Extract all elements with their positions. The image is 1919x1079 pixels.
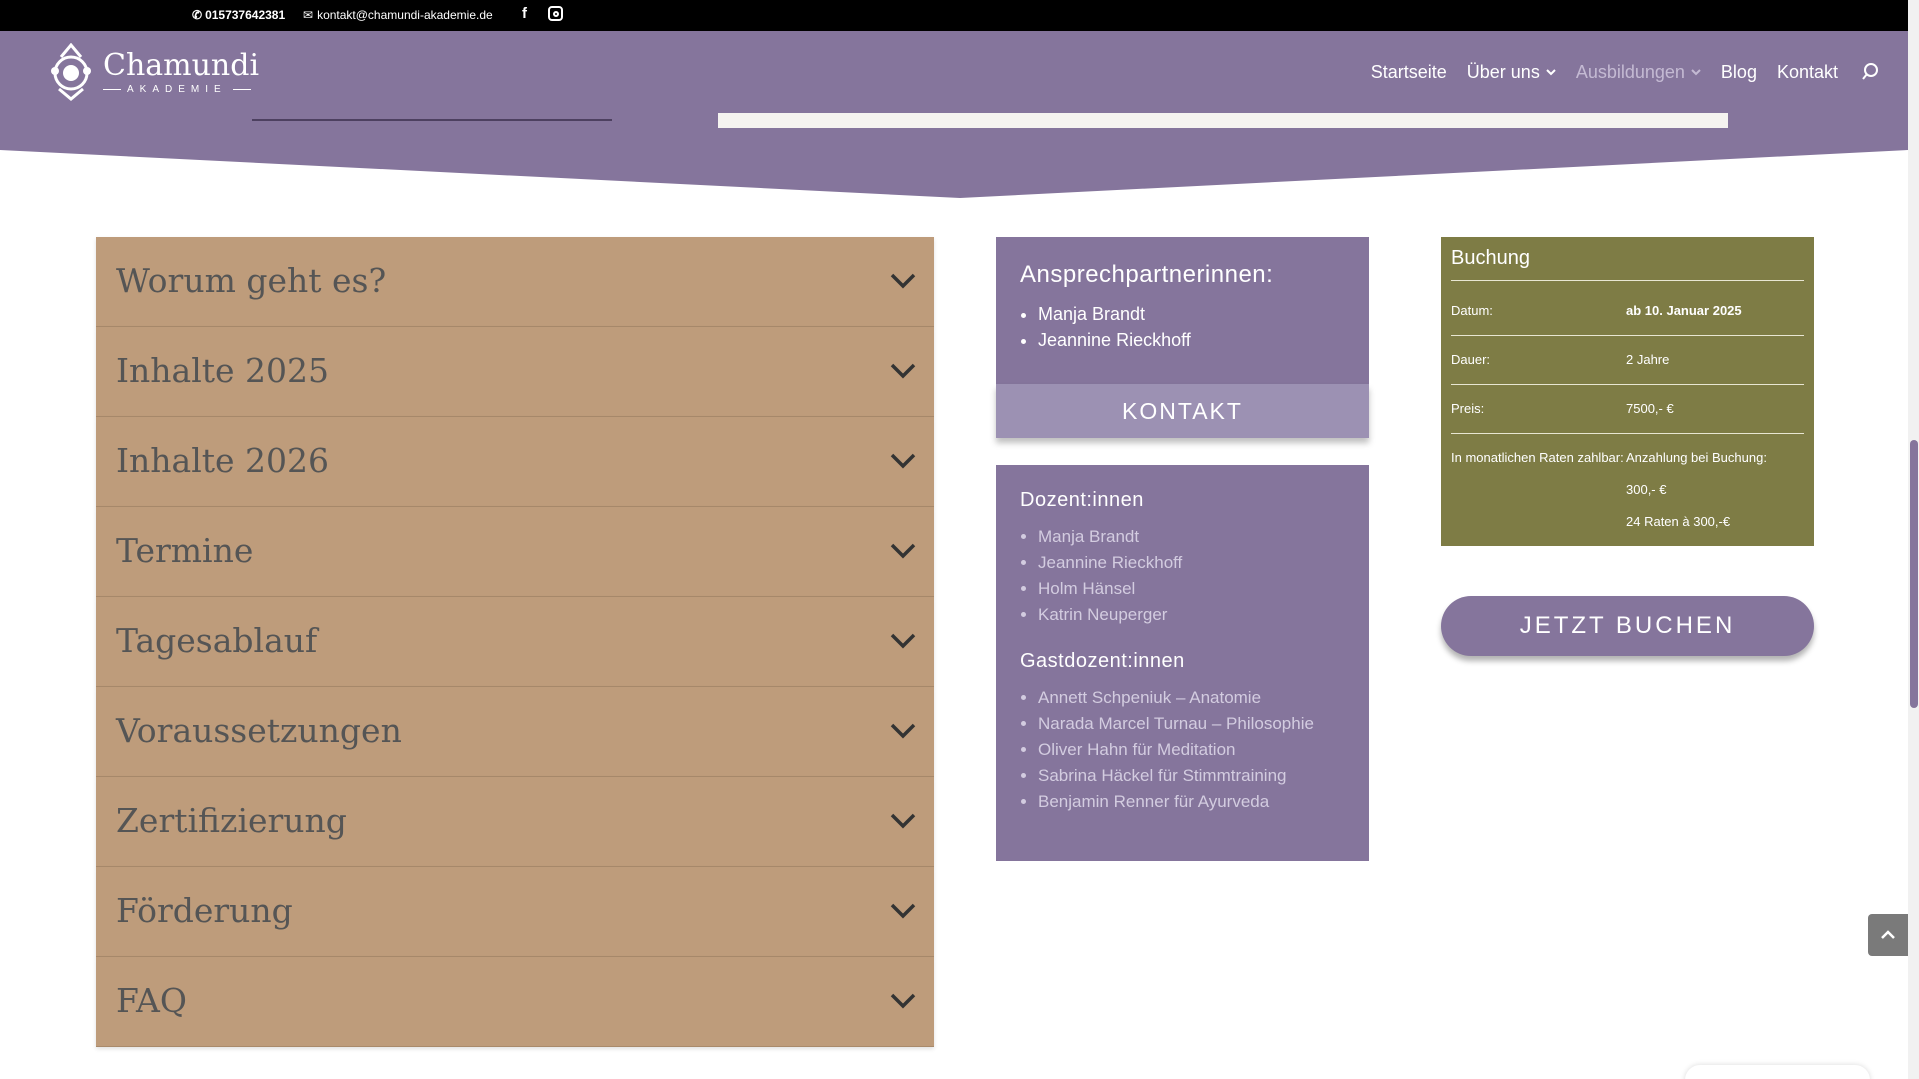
phone-number: 015737642381 [205,8,286,22]
chevron-down-icon [1691,68,1701,75]
logo-icon [51,43,91,101]
phone-link[interactable]: ✆ 015737642381 [192,8,285,22]
booking-row: Preis: 7500,- € [1451,385,1804,434]
chevron-down-icon [890,543,916,559]
accordion-item[interactable]: FAQ [96,957,934,1047]
chevron-down-icon [890,903,916,919]
accordion-item[interactable]: Förderung [96,867,934,957]
booking-label: Datum: [1451,303,1493,318]
accordion: Worum geht es? Inhalte 2025 Inhalte 2026… [96,237,934,1047]
book-now-button[interactable]: JETZT BUCHEN [1441,596,1814,656]
accordion-item[interactable]: Zertifizierung [96,777,934,867]
chevron-down-icon [1546,68,1556,75]
chevron-up-icon [1881,930,1895,939]
accordion-title: Termine [116,531,254,570]
scrollbar-thumb[interactable] [1910,440,1918,708]
list-item: Jeannine Rieckhoff [1038,327,1345,353]
chevron-down-icon [890,273,916,289]
accordion-title: FAQ [116,981,187,1020]
scroll-to-top-button[interactable] [1868,914,1908,956]
list-item: Manja Brandt [1038,524,1345,550]
contact-list: Manja Brandt Jeannine Rieckhoff [1020,301,1345,353]
accordion-item[interactable]: Inhalte 2025 [96,327,934,417]
accordion-item[interactable]: Tagesablauf [96,597,934,687]
accordion-item[interactable]: Worum geht es? [96,237,934,327]
lecturers-list: Manja Brandt Jeannine Rieckhoff Holm Hän… [1020,524,1345,628]
accordion-title: Inhalte 2026 [116,441,330,480]
kontakt-button[interactable]: KONTAKT [996,384,1369,438]
email-link[interactable]: ✉ kontakt@chamundi-akademie.de [303,8,493,22]
guest-lecturers-list: Annett Schpeniuk – Anatomie Narada Marce… [1020,685,1345,815]
top-bar: ✆ 015737642381 ✉ kontakt@chamundi-akadem… [0,0,1919,31]
accordion-title: Inhalte 2025 [116,351,330,390]
email-address: kontakt@chamundi-akademie.de [317,8,493,22]
accordion-title: Zertifizierung [116,801,347,840]
mail-icon: ✉ [303,8,314,22]
phone-icon: ✆ [192,8,203,22]
booking-row: In monatlichen Raten zahlbar: Anzahlung … [1451,434,1804,546]
booking-value: 2 Jahre [1626,352,1670,367]
main-nav: Startseite Über uns Ausbildungen Blog Ko… [1371,31,1908,113]
guest-lecturers-heading: Gastdozent:innen [1020,650,1185,672]
nav-ausbildungen[interactable]: Ausbildungen [1576,62,1701,83]
accordion-title: Worum geht es? [116,261,387,300]
booking-label: Preis: [1451,401,1485,416]
site-header: Chamundi AKADEMIE Startseite Über uns Au… [0,31,1908,113]
booking-value: Anzahlung bei Buchung: 300,- € 24 Raten … [1626,450,1767,529]
contact-heading: Ansprechpartnerinnen: [1020,261,1274,288]
list-item: Manja Brandt [1038,301,1345,327]
booking-value: ab 10. Januar 2025 [1626,303,1742,318]
list-item: Sabrina Häckel für Stimmtraining [1038,763,1345,789]
booking-box: Buchung Datum: ab 10. Januar 2025 Dauer:… [1441,237,1814,546]
list-item: Benjamin Renner für Ayurveda [1038,789,1345,815]
list-item: Oliver Hahn für Meditation [1038,737,1345,763]
chevron-down-icon [890,813,916,829]
contact-persons-box: Ansprechpartnerinnen: Manja Brandt Jeann… [996,237,1369,384]
list-item: Narada Marcel Turnau – Philosophie [1038,711,1345,737]
list-item: Katrin Neuperger [1038,602,1345,628]
logo[interactable]: Chamundi AKADEMIE [47,43,259,101]
booking-heading: Buchung [1451,247,1804,281]
facebook-icon[interactable]: f [522,5,527,22]
logo-subtitle: AKADEMIE [127,83,227,95]
nav-ueber-uns[interactable]: Über uns [1467,62,1556,83]
section-divider [0,113,1908,198]
booking-value: 7500,- € [1626,401,1674,416]
list-item: Annett Schpeniuk – Anatomie [1038,685,1345,711]
list-item: Jeannine Rieckhoff [1038,550,1345,576]
nav-startseite[interactable]: Startseite [1371,62,1447,83]
accordion-item[interactable]: Termine [96,507,934,597]
booking-row: Datum: ab 10. Januar 2025 [1451,287,1804,336]
accordion-item[interactable]: Inhalte 2026 [96,417,934,507]
booking-label: In monatlichen Raten zahlbar: [1451,450,1624,465]
chevron-down-icon [890,633,916,649]
lecturers-heading: Dozent:innen [1020,489,1144,511]
logo-name: Chamundi [103,47,260,83]
booking-row: Dauer: 2 Jahre [1451,336,1804,385]
accordion-title: Förderung [116,891,293,930]
list-item: Holm Hänsel [1038,576,1345,602]
chevron-down-icon [890,453,916,469]
chevron-down-icon [890,993,916,1009]
chevron-down-icon [890,363,916,379]
accordion-title: Voraussetzungen [116,711,402,750]
floating-widget[interactable] [1685,1065,1870,1079]
instagram-icon[interactable] [548,6,563,21]
accordion-item[interactable]: Voraussetzungen [96,687,934,777]
accordion-title: Tagesablauf [116,621,318,660]
nav-blog[interactable]: Blog [1721,62,1757,83]
booking-label: Dauer: [1451,352,1491,367]
lecturers-box: Dozent:innen Manja Brandt Jeannine Rieck… [996,465,1369,861]
chevron-down-icon [890,723,916,739]
search-icon[interactable] [1858,58,1886,86]
nav-kontakt[interactable]: Kontakt [1777,62,1838,83]
